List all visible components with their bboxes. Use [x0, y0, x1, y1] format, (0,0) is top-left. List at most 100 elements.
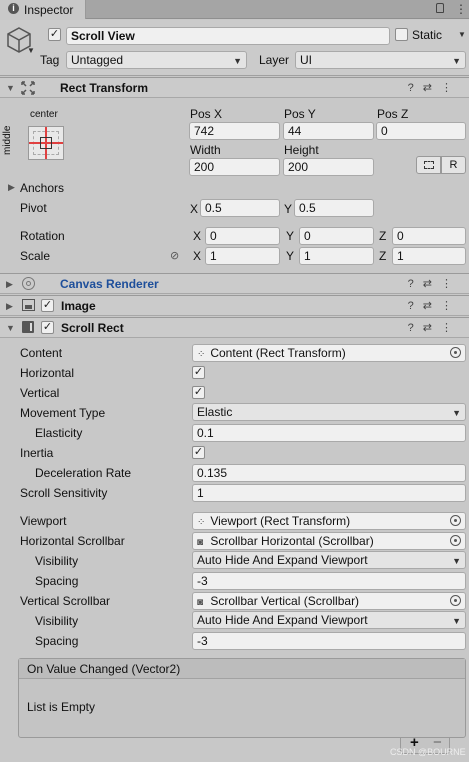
pivot-label: Pivot [20, 201, 47, 215]
horizontal-scrollbar-value: Scrollbar Horizontal (Scrollbar) [210, 534, 374, 548]
horizontal-label: Horizontal [20, 366, 75, 380]
component-header-icons[interactable]: ?⇄⋮ [408, 321, 461, 334]
anchor-vertical-label: middle [2, 125, 13, 155]
layer-label: Layer [259, 53, 290, 67]
viewport-label: Viewport [20, 514, 67, 528]
image-header[interactable]: ▶ ✓ Image ?⇄⋮ [0, 295, 469, 316]
scale-y-field[interactable]: 1 [299, 247, 374, 265]
info-icon: i [8, 3, 19, 14]
tab-inspector[interactable]: i Inspector [0, 0, 86, 19]
object-picker-icon[interactable] [450, 595, 461, 606]
component-header-icons[interactable]: ?⇄⋮ [408, 299, 461, 312]
scale-x-field[interactable]: 1 [205, 247, 280, 265]
chevron-down-icon: ▼ [452, 616, 461, 626]
height-field[interactable]: 200 [283, 158, 374, 176]
scroll-sensitivity-field[interactable]: 1 [192, 484, 466, 502]
pos-y-label: Pos Y [284, 107, 316, 121]
horizontal-scrollbar-label: Horizontal Scrollbar [20, 534, 125, 548]
viewport-value: Viewport (Rect Transform) [210, 514, 351, 528]
image-enabled-checkbox[interactable]: ✓ [41, 299, 54, 312]
component-header-icons[interactable]: ?⇄⋮ [408, 277, 461, 290]
layer-value: UI [300, 53, 312, 67]
chevron-down-icon: ▼ [452, 408, 461, 418]
tag-dropdown[interactable]: Untagged ▼ [66, 51, 247, 69]
horizontal-spacing-field[interactable]: -3 [192, 572, 466, 590]
raw-edit-button[interactable]: R [441, 156, 466, 174]
object-picker-icon[interactable] [450, 535, 461, 546]
inertia-checkbox[interactable]: ✓ [192, 446, 205, 459]
image-title: Image [61, 299, 96, 313]
viewport-object-field[interactable]: ⁘ Viewport (Rect Transform) [192, 512, 466, 530]
movement-type-value: Elastic [197, 405, 233, 419]
component-header-icons[interactable]: ?⇄⋮ [408, 81, 461, 94]
object-name-field[interactable]: Scroll View [66, 27, 390, 45]
anchors-label[interactable]: Anchors [20, 181, 64, 195]
layer-dropdown[interactable]: UI ▼ [295, 51, 466, 69]
width-field[interactable]: 200 [189, 158, 280, 176]
pivot-x-field[interactable]: 0.5 [200, 199, 280, 217]
object-picker-icon[interactable] [450, 347, 461, 358]
collapse-triangle-icon[interactable]: ▶ [6, 301, 13, 312]
tag-value: Untagged [71, 53, 124, 67]
tab-bar: i Inspector ⋮ [0, 0, 469, 19]
expand-triangle-icon[interactable]: ▼ [6, 323, 15, 333]
vertical-label: Vertical [20, 386, 60, 400]
lock-icon[interactable] [436, 3, 444, 13]
horizontal-scrollbar-object-field[interactable]: ◙ Scrollbar Horizontal (Scrollbar) [192, 532, 466, 550]
blueprint-mode-button[interactable] [416, 156, 441, 174]
scroll-rect-enabled-checkbox[interactable]: ✓ [41, 321, 54, 334]
vertical-spacing-field[interactable]: -3 [192, 632, 466, 650]
collapse-triangle-icon[interactable]: ▶ [6, 279, 13, 290]
pivot-y-field[interactable]: 0.5 [294, 199, 374, 217]
tab-label: Inspector [24, 3, 74, 17]
pos-y-field[interactable]: 44 [283, 122, 374, 140]
link-icon[interactable]: ⊘ [170, 249, 179, 262]
vertical-scrollbar-object-field[interactable]: ◙ Scrollbar Vertical (Scrollbar) [192, 592, 466, 610]
anchor-presets-button[interactable] [28, 126, 64, 160]
horizontal-visibility-dropdown[interactable]: Auto Hide And Expand Viewport ▼ [192, 551, 466, 569]
pos-x-field[interactable]: 742 [189, 122, 280, 140]
event-header: On Value Changed (Vector2) [19, 659, 465, 679]
rotation-label: Rotation [20, 229, 65, 243]
scale-x-label: X [193, 249, 202, 263]
scroll-rect-icon [22, 321, 34, 333]
event-title: On Value Changed (Vector2) [27, 662, 181, 676]
elasticity-field[interactable]: 0.1 [192, 424, 466, 442]
vertical-visibility-value: Auto Hide And Expand Viewport [197, 613, 368, 627]
pos-z-field[interactable]: 0 [376, 122, 466, 140]
horizontal-checkbox[interactable]: ✓ [192, 366, 205, 379]
raw-edit-label: R [449, 159, 458, 171]
scroll-rect-header[interactable]: ▼ ✓ Scroll Rect ?⇄⋮ [0, 317, 469, 338]
static-checkbox[interactable] [395, 28, 408, 41]
width-label: Width [190, 143, 221, 157]
vertical-visibility-dropdown[interactable]: Auto Hide And Expand Viewport ▼ [192, 611, 466, 629]
rotation-y-field[interactable]: 0 [299, 227, 374, 245]
canvas-renderer-header[interactable]: ▶ Canvas Renderer ?⇄⋮ [0, 273, 469, 294]
movement-type-dropdown[interactable]: Elastic ▼ [192, 403, 466, 421]
rotation-z-label: Z [379, 229, 387, 243]
static-dropdown-arrow[interactable]: ▼ [458, 30, 466, 39]
vertical-scrollbar-label: Vertical Scrollbar [20, 594, 111, 608]
rotation-x-label: X [193, 229, 202, 243]
deceleration-rate-field[interactable]: 0.135 [192, 464, 466, 482]
rect-transform-header[interactable]: ▼ Rect Transform ?⇄⋮ [0, 77, 469, 98]
gameobject-header: ▼ ✓ Scroll View Static ▼ Tag Untagged ▼ L… [0, 20, 469, 76]
object-picker-icon[interactable] [450, 515, 461, 526]
height-label: Height [284, 143, 319, 157]
kebab-menu-icon[interactable]: ⋮ [455, 2, 467, 16]
anchors-expand-triangle-icon[interactable]: ▶ [8, 182, 15, 193]
inertia-label: Inertia [20, 446, 54, 460]
scale-z-field[interactable]: 1 [392, 247, 466, 265]
canvas-renderer-title: Canvas Renderer [60, 277, 159, 291]
active-checkbox[interactable]: ✓ [48, 28, 61, 41]
rect-transform-icon [21, 81, 35, 95]
elasticity-label: Elasticity [35, 426, 83, 440]
vertical-visibility-label: Visibility [35, 614, 79, 628]
icon-dropdown-arrow[interactable]: ▼ [27, 46, 35, 55]
chevron-down-icon: ▼ [452, 56, 461, 66]
vertical-checkbox[interactable]: ✓ [192, 386, 205, 399]
expand-triangle-icon[interactable]: ▼ [6, 83, 15, 93]
content-object-field[interactable]: ⁘ Content (Rect Transform) [192, 344, 466, 362]
rotation-x-field[interactable]: 0 [205, 227, 280, 245]
rotation-z-field[interactable]: 0 [392, 227, 466, 245]
